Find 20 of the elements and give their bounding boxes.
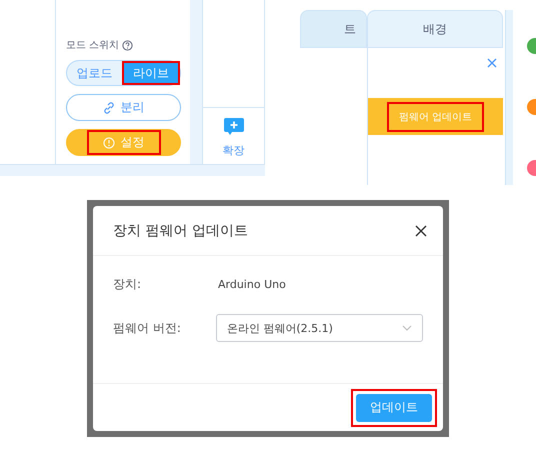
warning-icon [102, 136, 114, 148]
unlink-icon [102, 102, 114, 114]
field-label: 펌웨어 버전: [113, 320, 182, 336]
firmware-update-item[interactable]: 펌웨어 업데이트 [386, 102, 484, 132]
tab[interactable]: 배경 [367, 10, 503, 48]
disconnect-button[interactable]: 분리 [66, 94, 181, 121]
field-label: 장치: [113, 276, 142, 292]
close-icon[interactable] [415, 224, 427, 236]
dialog-title: 장치 펌웨어 업데이트 [113, 222, 248, 240]
update-button[interactable]: 업데이트 [356, 394, 432, 422]
mode-switch-label: 모드 스위치 [66, 39, 120, 52]
chevron-icon [402, 325, 412, 331]
mode-option[interactable]: 업로드 [67, 61, 122, 85]
plus-icon [224, 118, 244, 135]
tab[interactable]: 트 [300, 10, 367, 48]
mode-option[interactable]: 라이브 [122, 61, 180, 85]
device-value: Arduino Uno [218, 278, 286, 290]
firmware-select[interactable]: 온라인 펌웨어(2.5.1) [216, 314, 423, 342]
settings-button[interactable]: 설정 [66, 129, 181, 156]
help-icon[interactable] [122, 40, 134, 50]
